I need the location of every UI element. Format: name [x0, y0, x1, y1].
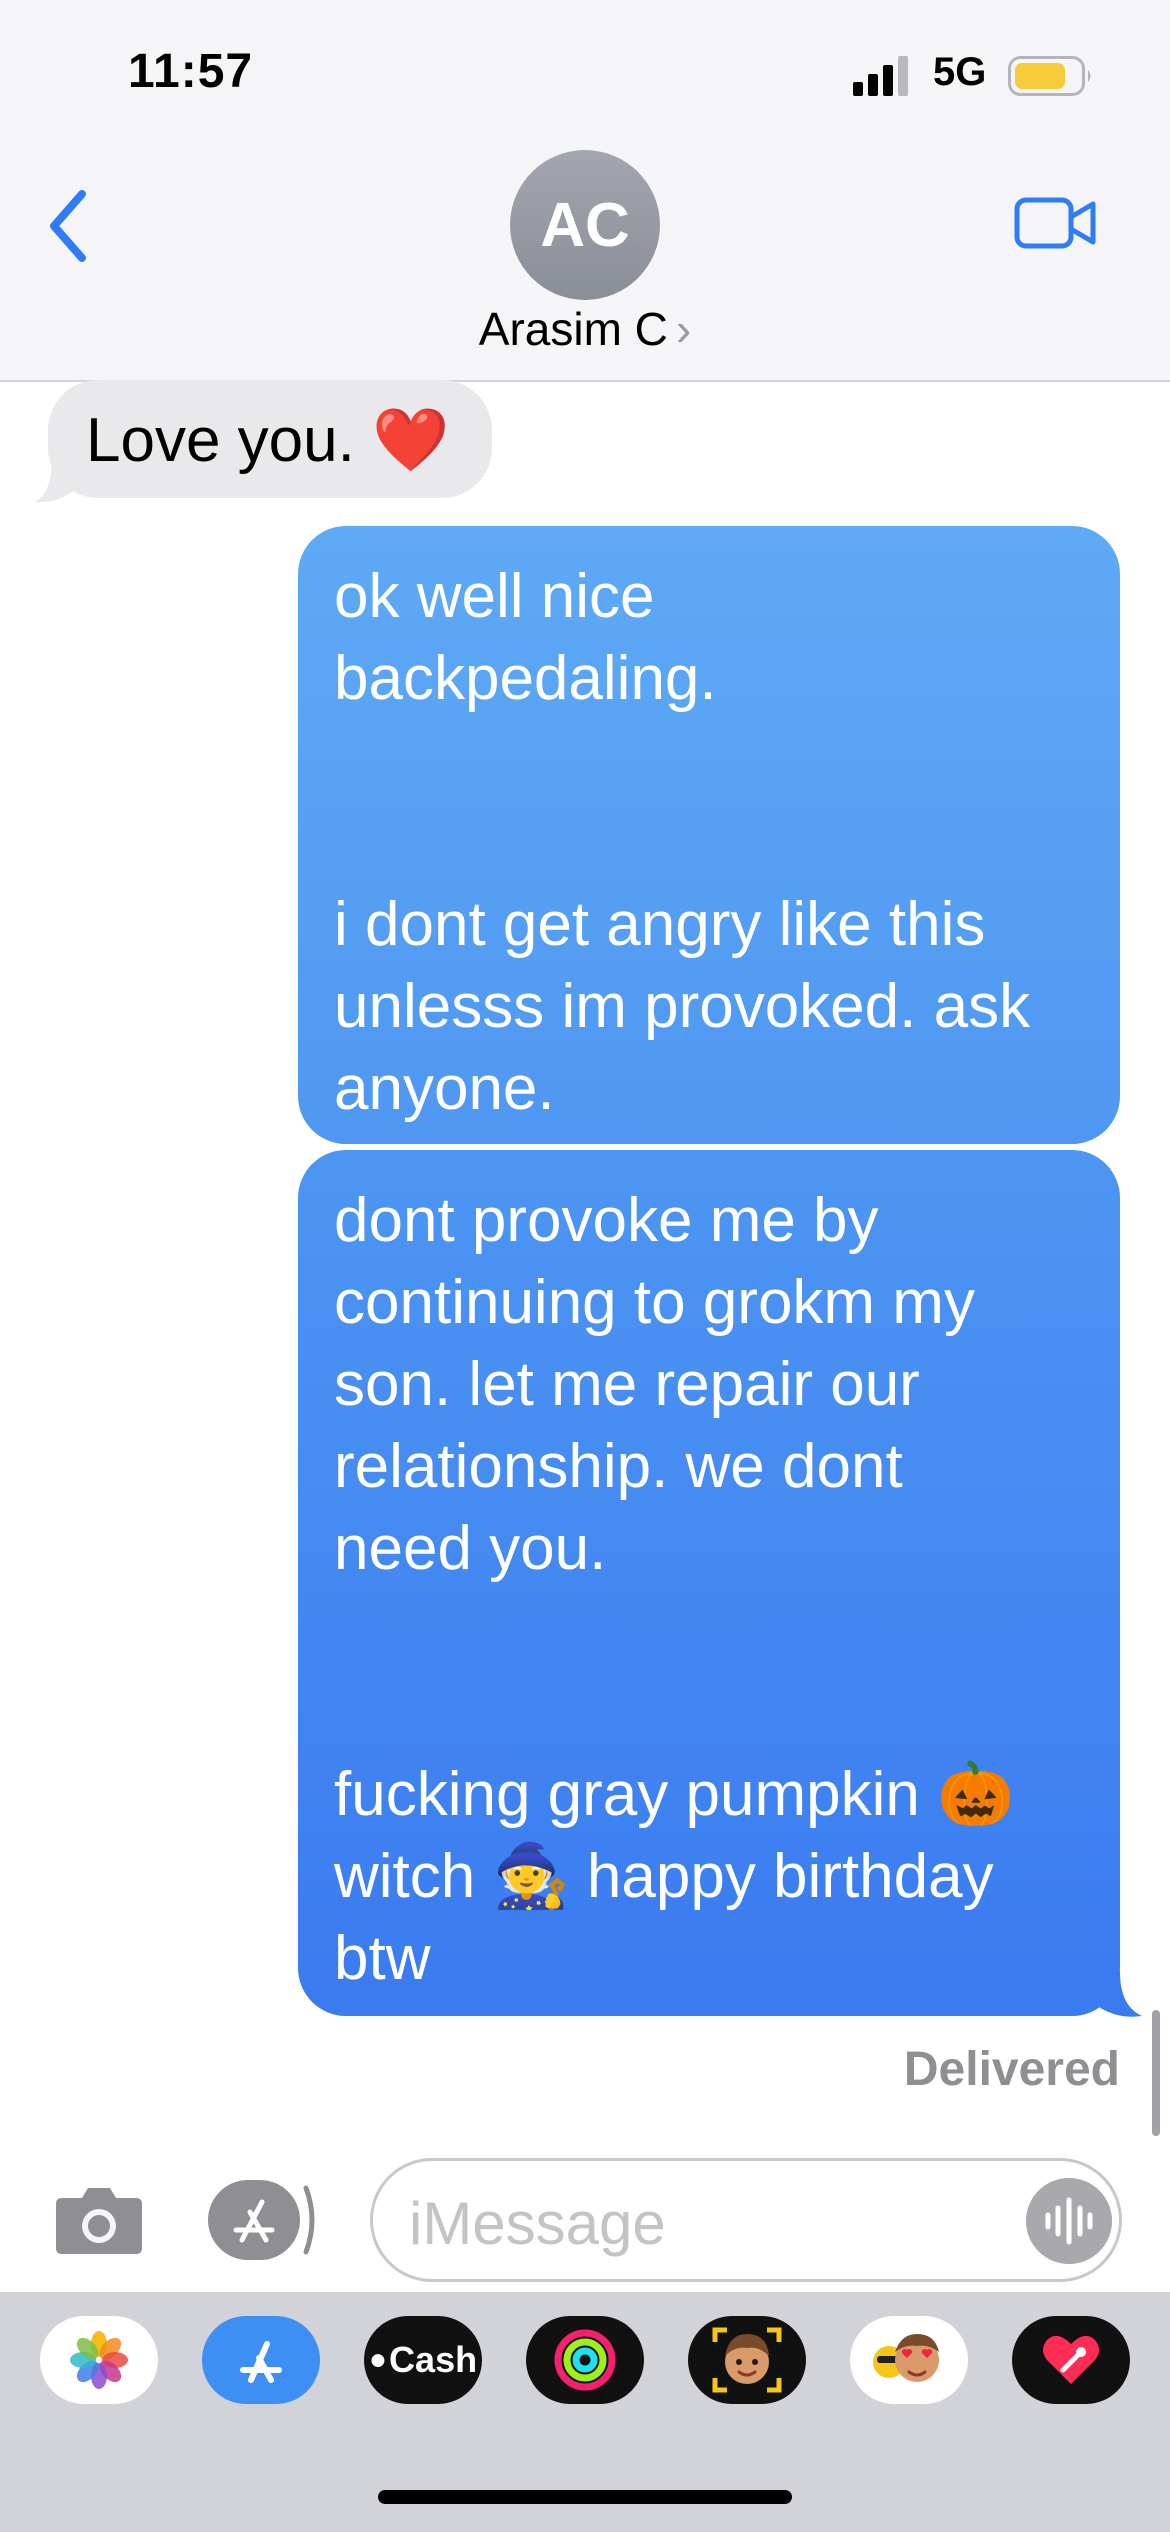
incoming-message-bubble[interactable]: Love you. ❤️ [48, 380, 492, 498]
memoji-app-icon[interactable] [688, 2316, 806, 2404]
delivery-status: Delivered [903, 2043, 1120, 2096]
memoji-stickers-faces-icon [873, 2334, 939, 2382]
contact-name: Arasim C [478, 303, 668, 355]
memoji-stickers-icon[interactable] [850, 2316, 968, 2404]
audio-message-icon[interactable] [1026, 2178, 1112, 2264]
photos-app-icon[interactable] [40, 2316, 158, 2404]
home-indicator[interactable] [378, 2490, 792, 2504]
digital-touch-icon[interactable] [1012, 2316, 1130, 2404]
network-type: 5G [933, 50, 987, 94]
cash-app-label: Cash [389, 2339, 478, 2380]
cellular-signal-icon [853, 56, 908, 96]
app-store-apps-icon[interactable] [206, 2178, 320, 2262]
outgoing-message-bubble[interactable]: ok well nice backpedaling. i dont get an… [298, 526, 1120, 1144]
contact-name-button[interactable]: Arasim C › [0, 302, 1170, 356]
conversation-header: 11:57 5G AC Arasim C › [0, 0, 1170, 382]
app-store-icon[interactable] [202, 2316, 320, 2404]
heart-touch-icon [1043, 2335, 1099, 2384]
camera-icon[interactable] [52, 2184, 146, 2256]
scroll-indicator[interactable] [1152, 2010, 1160, 2136]
memoji-face-icon [712, 2327, 782, 2393]
back-chevron-icon[interactable] [44, 186, 94, 266]
fitness-app-icon[interactable] [526, 2316, 644, 2404]
chevron-right-icon: › [675, 303, 692, 355]
status-time: 11:57 [128, 45, 254, 98]
app-store-a-icon [240, 2341, 282, 2383]
photos-flower-icon [70, 2331, 128, 2389]
message-input[interactable]: iMessage [370, 2158, 1122, 2282]
cash-app-icon[interactable]: ● Cash [364, 2316, 482, 2404]
outgoing-bubble-tail [1092, 1972, 1142, 2017]
video-call-icon[interactable] [1014, 194, 1098, 252]
battery-icon [1008, 56, 1091, 96]
apple-logo-icon: ● [368, 2343, 388, 2376]
message-input-placeholder: iMessage [409, 2190, 666, 2257]
activity-rings-icon [554, 2329, 616, 2391]
contact-avatar[interactable]: AC [510, 150, 660, 300]
outgoing-message-bubble[interactable]: dont provoke me by continuing to grokm m… [298, 1150, 1120, 2016]
